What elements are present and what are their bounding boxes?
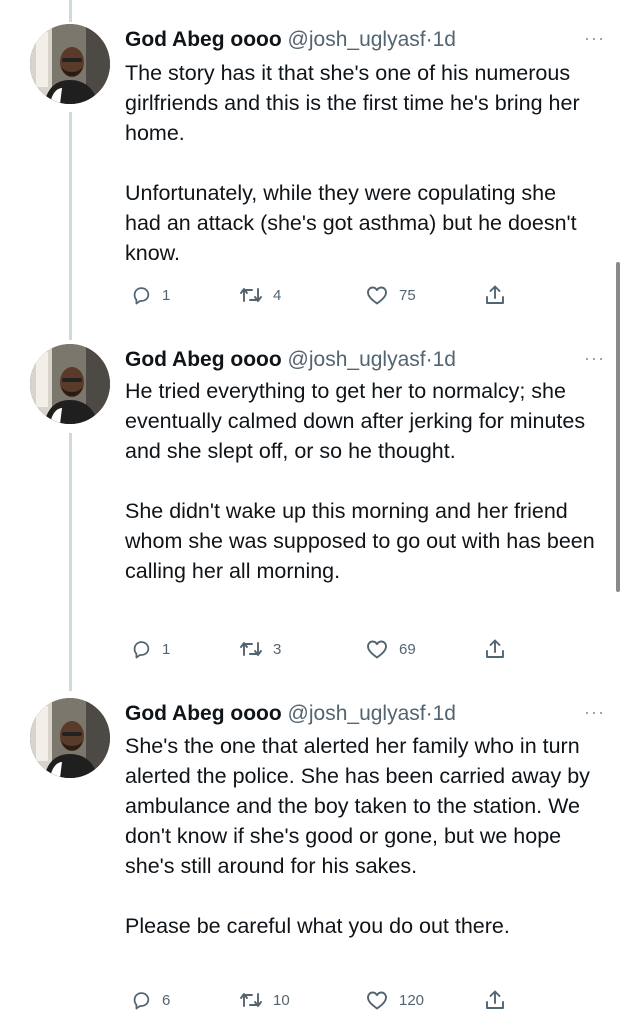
share-icon — [483, 283, 507, 307]
share-button[interactable] — [483, 280, 507, 310]
retweet-count: 3 — [273, 640, 282, 658]
like-button[interactable]: 120 — [365, 985, 424, 1015]
timestamp[interactable]: 1d — [433, 348, 456, 371]
share-button[interactable] — [483, 985, 507, 1015]
timestamp[interactable]: 1d — [433, 28, 456, 51]
tweet-actions: 1 3 69 — [125, 634, 525, 664]
retweet-count: 4 — [273, 286, 282, 304]
tweet-text: She's the one that alerted her family wh… — [125, 731, 595, 941]
tweet-text: He tried everything to get her to normal… — [125, 376, 595, 586]
scrollbar[interactable] — [616, 262, 620, 592]
reply-count: 1 — [162, 286, 171, 304]
display-name[interactable]: God Abeg oooo — [125, 348, 282, 371]
tweet[interactable]: God Abeg oooo @josh_uglyasf·1d ··· The s… — [0, 24, 623, 324]
more-options-icon[interactable]: ··· — [584, 344, 605, 372]
heart-icon — [365, 638, 389, 660]
separator: · — [425, 348, 433, 371]
reply-button[interactable]: 1 — [130, 280, 170, 310]
username[interactable]: @josh_uglyasf — [288, 28, 426, 51]
timestamp[interactable]: 1d — [433, 702, 456, 725]
retweet-icon — [239, 638, 263, 660]
display-name[interactable]: God Abeg oooo — [125, 28, 282, 51]
tweet-actions: 1 4 75 — [125, 280, 525, 310]
avatar[interactable] — [30, 698, 110, 778]
tweet-paragraph: Unfortunately, while they were copulatin… — [125, 181, 577, 265]
share-icon — [483, 637, 507, 661]
tweet-paragraph: He tried everything to get her to normal… — [125, 379, 586, 463]
more-options-icon[interactable]: ··· — [584, 24, 605, 52]
tweet-text: The story has it that she's one of his n… — [125, 58, 595, 268]
like-count: 69 — [399, 640, 416, 658]
tweet-paragraph: She's the one that alerted her family wh… — [125, 734, 590, 878]
reply-button[interactable]: 1 — [130, 634, 170, 664]
tweet-header: God Abeg oooo @josh_uglyasf·1d ··· — [125, 24, 604, 56]
heart-icon — [365, 989, 389, 1011]
separator: · — [425, 28, 433, 51]
thread-line-top — [69, 0, 72, 22]
heart-icon — [365, 284, 389, 306]
tweet-header: God Abeg oooo @josh_uglyasf·1d ··· — [125, 344, 604, 376]
username[interactable]: @josh_uglyasf — [288, 348, 426, 371]
like-button[interactable]: 69 — [365, 634, 416, 664]
tweet[interactable]: God Abeg oooo @josh_uglyasf·1d ··· He tr… — [0, 344, 623, 674]
tweet-header: God Abeg oooo @josh_uglyasf·1d ··· — [125, 698, 604, 730]
reply-icon — [130, 284, 152, 306]
tweet-paragraph: She didn't wake up this morning and her … — [125, 499, 595, 583]
username[interactable]: @josh_uglyasf — [288, 702, 426, 725]
retweet-icon — [239, 989, 263, 1011]
display-name[interactable]: God Abeg oooo — [125, 702, 282, 725]
retweet-button[interactable]: 10 — [239, 985, 290, 1015]
tweet-paragraph: The story has it that she's one of his n… — [125, 61, 580, 145]
retweet-button[interactable]: 3 — [239, 634, 281, 664]
like-count: 75 — [399, 286, 416, 304]
avatar[interactable] — [30, 344, 110, 424]
reply-button[interactable]: 6 — [130, 985, 170, 1015]
retweet-button[interactable]: 4 — [239, 280, 281, 310]
retweet-icon — [239, 284, 263, 306]
reply-icon — [130, 989, 152, 1011]
more-options-icon[interactable]: ··· — [584, 698, 605, 726]
separator: · — [425, 702, 433, 725]
reply-count: 6 — [162, 991, 171, 1009]
like-count: 120 — [399, 991, 425, 1009]
share-button[interactable] — [483, 634, 507, 664]
avatar[interactable] — [30, 24, 110, 104]
tweet[interactable]: God Abeg oooo @josh_uglyasf·1d ··· She's… — [0, 698, 623, 1024]
tweet-paragraph: Please be careful what you do out there. — [125, 914, 510, 938]
retweet-count: 10 — [273, 991, 290, 1009]
reply-icon — [130, 638, 152, 660]
reply-count: 1 — [162, 640, 171, 658]
like-button[interactable]: 75 — [365, 280, 416, 310]
tweet-actions: 6 10 120 — [125, 985, 525, 1015]
share-icon — [483, 988, 507, 1012]
